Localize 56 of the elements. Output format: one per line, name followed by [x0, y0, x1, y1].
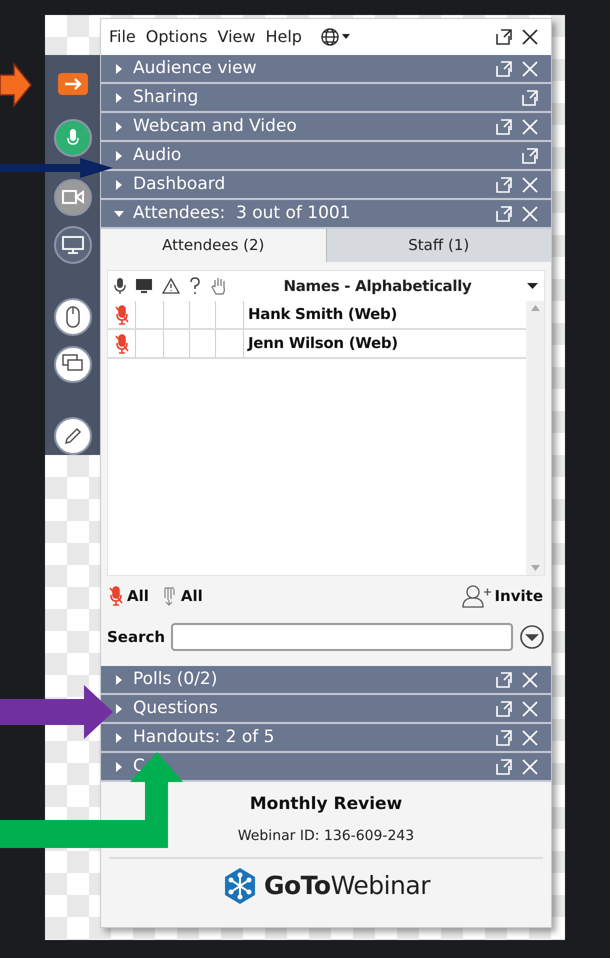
microphone-button[interactable]	[54, 118, 92, 157]
panel-title: Handouts: 2 of 5	[133, 726, 276, 749]
search-label: Search	[107, 626, 166, 648]
panel-title: Questions	[133, 696, 219, 720]
screen-share-button[interactable]	[54, 226, 92, 264]
question-icon	[189, 277, 201, 295]
muted-microphone-icon[interactable]	[109, 586, 123, 606]
caret-down-icon	[342, 34, 350, 40]
webinar-id: Webinar ID: 136-609-243	[238, 826, 414, 846]
lower-all-hands-button[interactable]: All	[180, 584, 203, 608]
product-logo: GoToWebinar	[264, 870, 430, 902]
globe-icon	[320, 27, 340, 47]
attendee-name[interactable]: Jenn Wilson (Web)	[244, 330, 398, 357]
mouse-button[interactable]	[54, 298, 92, 336]
hand-icon	[210, 277, 228, 295]
panel-title: Attendees: 3 out of 1001	[133, 202, 352, 225]
menu-item[interactable]: Options	[146, 25, 208, 49]
attendee-name[interactable]: Hank Smith (Web)	[244, 301, 398, 328]
menu-item[interactable]: File	[109, 25, 136, 49]
mute-all-button[interactable]: All	[127, 584, 149, 608]
warning-icon	[162, 278, 180, 294]
arrow-right-icon	[64, 78, 82, 90]
muted-microphone-icon[interactable]	[114, 334, 128, 354]
microphone-icon	[114, 277, 126, 295]
windows-button[interactable]	[54, 346, 92, 384]
screen-icon	[135, 278, 153, 294]
muted-microphone-icon[interactable]	[114, 304, 128, 324]
mouse-icon	[64, 304, 80, 329]
callout-arrow	[0, 63, 32, 107]
panel-title: Polls (0/2)	[133, 668, 218, 691]
panel-header[interactable]: Audio	[101, 142, 551, 171]
close-icon[interactable]	[521, 28, 539, 46]
caret-down-icon[interactable]	[527, 282, 538, 290]
panel-title: Audio	[133, 144, 182, 167]
panel-title: Sharing	[133, 86, 200, 109]
session-title: Monthly Review	[250, 793, 402, 816]
monitor-icon	[62, 236, 84, 254]
menu-item[interactable]: Help	[265, 25, 302, 49]
add-person-icon	[462, 584, 492, 608]
language-menu[interactable]	[320, 27, 350, 47]
panel-header[interactable]: Sharing	[101, 84, 551, 113]
dropdown-circle-icon[interactable]	[519, 624, 545, 650]
collapse-button[interactable]	[58, 73, 88, 95]
webcam-button[interactable]	[54, 178, 92, 216]
panel-title: Dashboard	[133, 172, 226, 196]
menu-item[interactable]: View	[218, 25, 256, 49]
camera-icon	[62, 189, 84, 206]
panel-title: Audience view	[133, 56, 258, 80]
panel-title: Webcam and Video	[133, 114, 298, 138]
invite-button[interactable]: Invite	[462, 584, 543, 608]
drawing-button[interactable]	[54, 417, 92, 455]
pencil-icon	[62, 426, 82, 446]
tab[interactable]: Staff (1)	[326, 229, 551, 262]
sort-dropdown[interactable]: Names - Alphabetically	[237, 274, 518, 298]
search-field[interactable]	[171, 623, 513, 651]
pop-out-icon[interactable]	[495, 28, 513, 46]
